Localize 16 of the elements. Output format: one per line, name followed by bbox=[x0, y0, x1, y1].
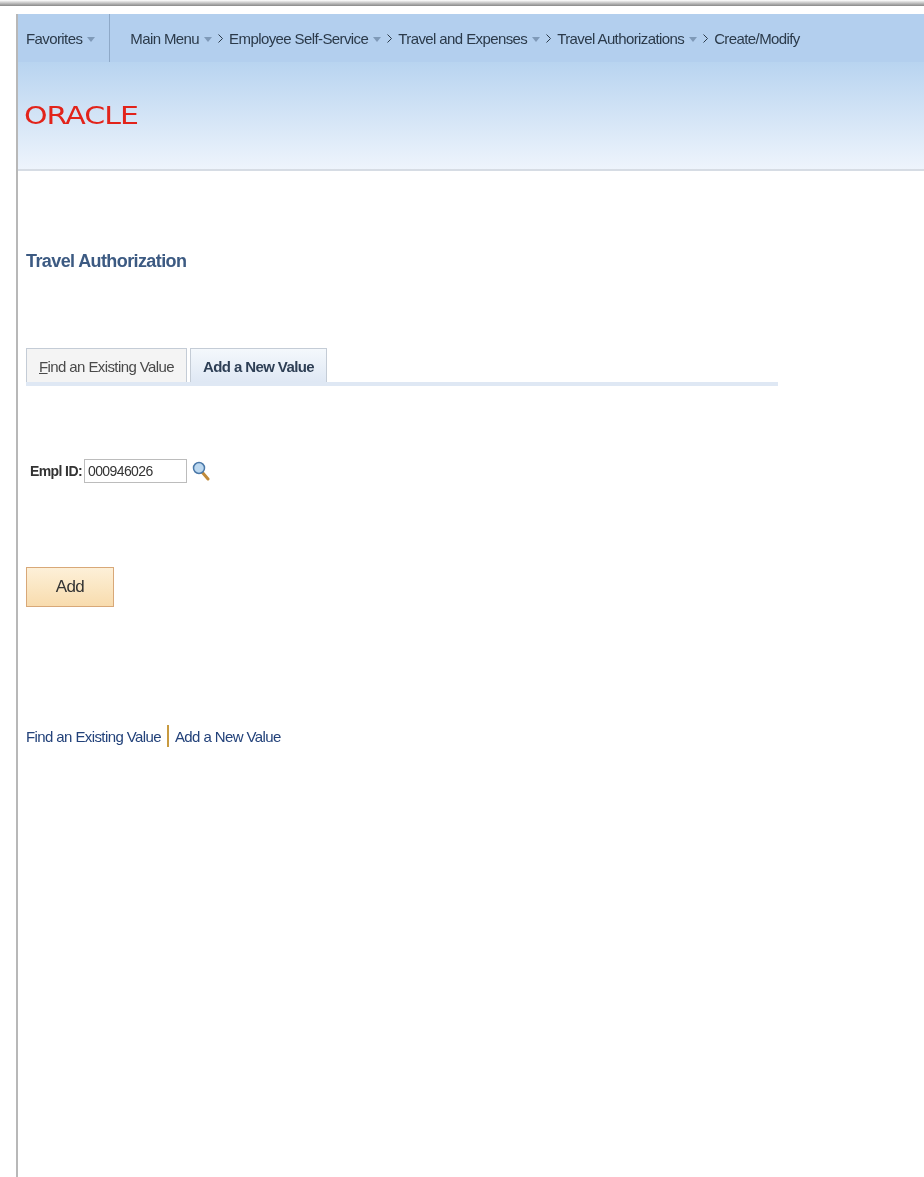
page-title: Travel Authorization bbox=[26, 251, 188, 272]
add-button[interactable]: Add bbox=[26, 567, 114, 607]
breadcrumb-menu[interactable]: Travel and Expenses bbox=[398, 29, 541, 47]
breadcrumb-menu[interactable]: Employee Self-Service bbox=[229, 29, 382, 47]
tab[interactable]: Find an Existing Value bbox=[26, 348, 187, 382]
tab[interactable]: Add a New Value bbox=[189, 348, 327, 382]
field-label: Empl ID: bbox=[30, 463, 82, 479]
breadcrumb-menu[interactable]: Travel Authorizations bbox=[557, 29, 698, 47]
favorites-menu[interactable]: Favorites bbox=[26, 29, 96, 47]
breadcrumb-menu[interactable]: Create/Modify bbox=[714, 29, 800, 47]
breadcrumb-menu[interactable]: Main Menu bbox=[130, 29, 213, 47]
link[interactable]: Add a New Value bbox=[174, 727, 281, 745]
link[interactable]: Find an Existing Value bbox=[26, 727, 161, 745]
search-icon[interactable] bbox=[192, 461, 210, 481]
input-field[interactable]: 000946026 bbox=[84, 459, 187, 483]
oracle-logo: ORACLE bbox=[24, 100, 138, 131]
